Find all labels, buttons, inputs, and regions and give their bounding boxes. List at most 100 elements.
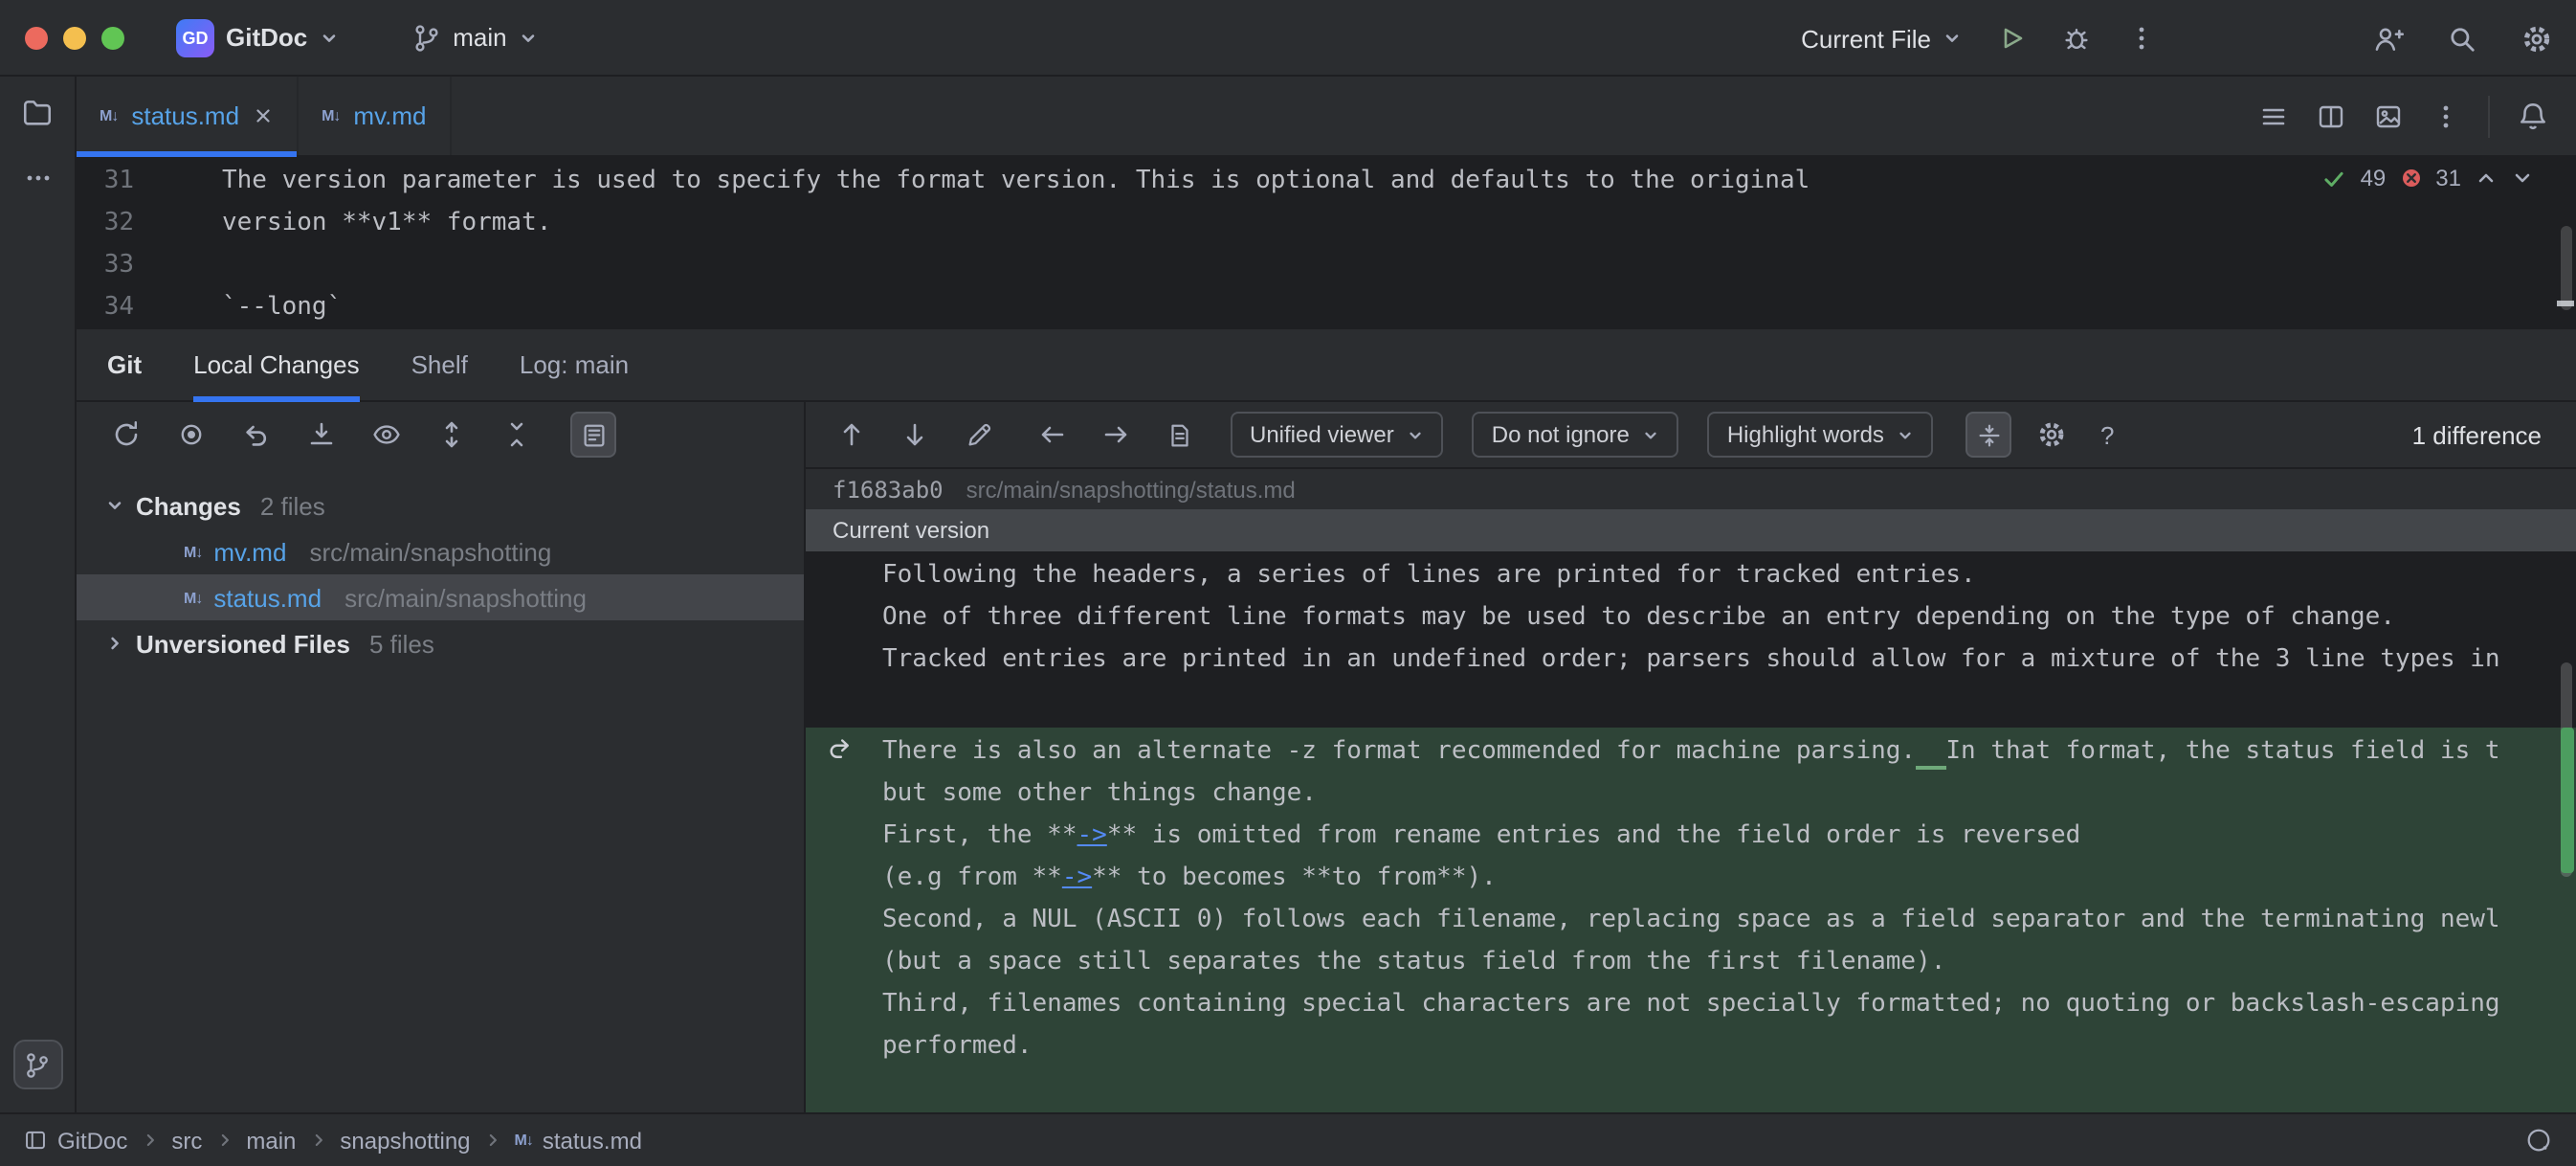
tab-mv-md[interactable]: M↓ mv.md (299, 77, 451, 155)
revert-change-icon[interactable] (825, 733, 854, 762)
tab-status-md[interactable]: M↓ status.md (77, 77, 299, 155)
close-tab-icon[interactable] (253, 105, 274, 126)
preview-diff-toggle[interactable] (570, 412, 616, 458)
code-with-me-icon[interactable] (2371, 22, 2404, 55)
next-change-arrow-icon[interactable] (892, 412, 938, 458)
file-path: src/main/snapshotting (309, 537, 551, 566)
project-window-icon (23, 1128, 48, 1153)
tab-options-kebab-icon[interactable] (2431, 101, 2461, 131)
markdown-link[interactable]: -> (1077, 821, 1107, 850)
run-configuration-selector[interactable]: Current File (1801, 24, 1962, 53)
whitespace-change-mark (1916, 737, 1945, 770)
run-icon[interactable] (1996, 23, 2027, 54)
diff-line: Third, filenames containing special char… (806, 984, 2576, 1026)
project-logo: GD (176, 18, 214, 56)
chevron-down-icon[interactable] (105, 496, 124, 515)
git-branch-widget[interactable]: main (411, 22, 537, 53)
highlight-mode-value: Highlight words (1727, 421, 1884, 448)
project-tool-button[interactable] (21, 96, 54, 128)
more-actions-icon[interactable] (2126, 23, 2157, 54)
check-icon (2322, 166, 2347, 191)
inspections-widget[interactable]: 49 31 (2322, 165, 2534, 191)
highlight-mode-dropdown[interactable]: Highlight words (1708, 412, 1934, 458)
markdown-editor[interactable]: 31 The version parameter is used to spec… (77, 157, 2576, 329)
preview-image-icon[interactable] (2373, 101, 2404, 131)
breadcrumb-project[interactable]: GitDoc (23, 1127, 127, 1154)
divider (2488, 95, 2490, 137)
breadcrumb-src[interactable]: src (171, 1127, 202, 1154)
markdown-link[interactable]: -> (1062, 863, 1092, 892)
git-tool-button[interactable] (12, 1040, 62, 1089)
tab-local-changes[interactable]: Local Changes (193, 328, 359, 401)
minimize-window-button[interactable] (63, 26, 86, 49)
project-widget[interactable]: GD GitDoc (176, 18, 338, 56)
diff-content[interactable]: Following the headers, a series of lines… (806, 551, 2576, 1112)
settings-gear-icon[interactable] (2520, 22, 2553, 55)
chevron-down-icon (1643, 426, 1660, 443)
chevron-right-icon (309, 1132, 326, 1149)
revision-hash: f1683ab0 (833, 476, 944, 503)
markdown-file-icon: M↓ (100, 107, 118, 124)
collapse-unchanged-toggle[interactable] (1966, 412, 2012, 458)
tree-node-unversioned[interactable]: Unversioned Files 5 files (77, 620, 804, 666)
shelve-icon[interactable] (299, 412, 344, 458)
whitespace-ignore-dropdown[interactable]: Do not ignore (1473, 412, 1679, 458)
tab-log-main[interactable]: Log: main (520, 328, 629, 401)
status-bar: GitDoc src main snapshotting M↓ status.m… (0, 1112, 2576, 1166)
diff-added-chunk: There is also an alternate -z format rec… (806, 728, 2576, 1112)
file-path: src/main/snapshotting (344, 583, 587, 612)
chevron-right-icon[interactable] (105, 634, 124, 653)
previous-problem-chevron-icon[interactable] (2475, 167, 2498, 190)
chevron-down-icon (1408, 426, 1425, 443)
search-everywhere-icon[interactable] (2446, 22, 2478, 55)
refresh-icon[interactable] (103, 412, 149, 458)
chevron-right-icon (215, 1132, 233, 1149)
previous-change-arrow-icon[interactable] (829, 412, 875, 458)
preview-eye-icon[interactable] (364, 412, 410, 458)
editor-line[interactable]: 33 (77, 245, 2576, 287)
tab-shelf[interactable]: Shelf (411, 328, 468, 401)
code-text: version **v1** format. (222, 203, 551, 245)
structure-list-icon[interactable] (2258, 101, 2289, 131)
help-button[interactable]: ? (2093, 420, 2121, 449)
editor-scrollbar-thumb[interactable] (2561, 226, 2572, 310)
markdown-file-icon: M↓ (184, 589, 202, 606)
forward-arrow-icon[interactable] (1093, 412, 1139, 458)
breadcrumb-main[interactable]: main (246, 1127, 296, 1154)
notifications-bell-icon[interactable] (2517, 100, 2549, 132)
viewer-mode-dropdown[interactable]: Unified viewer (1231, 412, 1444, 458)
editor-line[interactable]: 31 The version parameter is used to spec… (77, 161, 2576, 203)
debug-icon[interactable] (2061, 23, 2092, 54)
split-editor-icon[interactable] (2316, 101, 2346, 131)
tree-file-mv-md[interactable]: M↓ mv.md src/main/snapshotting (77, 528, 804, 574)
edit-pencil-icon[interactable] (955, 412, 1001, 458)
diff-settings-gear-icon[interactable] (2030, 412, 2076, 458)
editor-line[interactable]: 32 version **v1** format. (77, 203, 2576, 245)
breadcrumb-status-md[interactable]: M↓ status.md (515, 1127, 642, 1154)
tree-node-changes[interactable]: Changes 2 files (77, 482, 804, 528)
rollback-icon[interactable] (233, 412, 279, 458)
commit-target-icon[interactable] (168, 412, 214, 458)
error-icon (2399, 167, 2422, 190)
close-window-button[interactable] (25, 26, 48, 49)
unversioned-count: 5 files (369, 629, 434, 658)
more-tool-windows-icon[interactable] (22, 163, 53, 193)
chevron-right-icon (484, 1132, 501, 1149)
next-problem-chevron-icon[interactable] (2511, 167, 2534, 190)
status-notifications-icon[interactable] (2524, 1126, 2553, 1155)
back-arrow-icon[interactable] (1030, 412, 1076, 458)
breadcrumb-snapshotting[interactable]: snapshotting (340, 1127, 470, 1154)
ide-window: GD GitDoc main Current File (0, 0, 2576, 1166)
collapse-all-icon[interactable] (494, 412, 540, 458)
titlebar-corner-actions (2371, 0, 2553, 77)
open-in-editor-icon[interactable] (1156, 412, 1202, 458)
editor-tab-actions (2258, 77, 2576, 155)
line-number: 33 (77, 245, 134, 287)
editor-tab-bar: M↓ status.md M↓ mv.md (77, 77, 2576, 157)
tree-file-status-md[interactable]: M↓ status.md src/main/snapshotting (77, 574, 804, 620)
zoom-window-button[interactable] (101, 26, 124, 49)
diff-line: There is also an alternate -z format rec… (806, 731, 2576, 774)
changes-count: 2 files (260, 491, 325, 520)
editor-line[interactable]: 34 `--long` (77, 287, 2576, 329)
expand-all-icon[interactable] (429, 412, 475, 458)
